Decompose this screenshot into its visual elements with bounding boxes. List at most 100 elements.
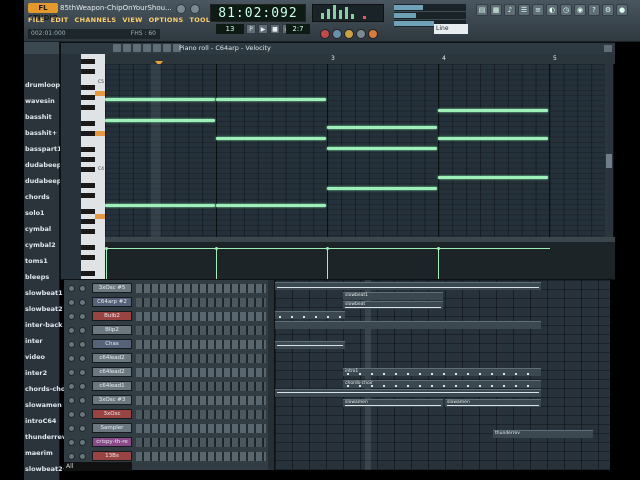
close-icon[interactable] <box>604 45 612 52</box>
channel-pan-knob[interactable] <box>79 453 86 460</box>
menu-edit[interactable]: EDIT <box>51 16 69 24</box>
channel-pan-knob[interactable] <box>79 425 86 432</box>
piano-roll-icon[interactable]: ♪ <box>504 4 516 16</box>
playlist-clip[interactable]: chords-choir <box>343 380 541 388</box>
slice-tool-icon[interactable] <box>153 44 161 52</box>
playlist-clip[interactable] <box>275 389 541 397</box>
velocity-bar[interactable] <box>106 248 107 279</box>
note[interactable] <box>216 137 326 140</box>
playlist-window-icon[interactable]: ▤ <box>476 4 488 16</box>
channel-button[interactable]: 3xOsc <box>92 409 132 419</box>
black-key[interactable] <box>81 121 95 126</box>
plugin-icon[interactable]: ◐ <box>546 4 558 16</box>
channel-button[interactable]: c64lead2 <box>92 353 132 363</box>
channel-pan-knob[interactable] <box>79 397 86 404</box>
channel-mute-button[interactable] <box>68 453 75 460</box>
channel-name[interactable]: inter-back <box>25 321 63 329</box>
note[interactable] <box>327 187 437 190</box>
channel-pan-knob[interactable] <box>79 355 86 362</box>
note[interactable] <box>438 137 548 140</box>
step-buttons[interactable] <box>136 396 266 405</box>
note[interactable] <box>216 98 326 101</box>
menu-view[interactable]: VIEW <box>122 16 142 24</box>
channel-mute-button[interactable] <box>68 355 75 362</box>
playlist-clip[interactable]: slowbeat1 <box>343 292 443 300</box>
channel-pan-knob[interactable] <box>79 383 86 390</box>
step-edit-icon[interactable] <box>344 29 354 39</box>
channel-mute-button[interactable] <box>68 397 75 404</box>
channel-button[interactable]: Sampler <box>92 423 132 433</box>
channel-name[interactable]: cymbal <box>25 225 51 233</box>
step-buttons[interactable] <box>136 452 266 461</box>
channel-pan-knob[interactable] <box>79 411 86 418</box>
velocity-handle[interactable] <box>326 247 329 250</box>
velocity-handle[interactable] <box>437 247 440 250</box>
channel-button[interactable]: 3xOsc #5 <box>92 283 132 293</box>
channel-mute-button[interactable] <box>68 285 75 292</box>
master-pitch-knob[interactable] <box>190 4 200 14</box>
channel-name[interactable]: inter <box>25 337 43 345</box>
note[interactable] <box>105 204 215 207</box>
black-key[interactable] <box>81 95 95 100</box>
audio-input-select[interactable]: Line <box>434 24 468 34</box>
channel-button[interactable]: c64lead2 <box>92 367 132 377</box>
channel-button[interactable]: Blip2 <box>92 325 132 335</box>
blend-notes-icon[interactable] <box>368 29 378 39</box>
step-buttons[interactable] <box>136 368 266 377</box>
pattern-selector[interactable]: 13 <box>216 24 244 34</box>
channel-name[interactable]: basshit+ <box>25 129 57 137</box>
channel-mute-button[interactable] <box>68 341 75 348</box>
step-buttons[interactable] <box>136 410 266 419</box>
step-buttons[interactable] <box>136 326 266 335</box>
piano-roll-titlebar[interactable]: Piano roll - C64arp - Velocity <box>61 43 615 54</box>
channel-button[interactable]: 13Bs <box>92 451 132 461</box>
step-buttons[interactable] <box>136 354 266 363</box>
black-key[interactable] <box>81 209 95 214</box>
channel-mute-button[interactable] <box>68 299 75 306</box>
channel-pan-knob[interactable] <box>79 341 86 348</box>
piano-roll-timeline[interactable]: 3 4 5 <box>105 54 615 64</box>
velocity-bar[interactable] <box>216 248 217 279</box>
channel-pan-knob[interactable] <box>79 299 86 306</box>
velocity-handle[interactable] <box>105 247 108 250</box>
playlist-clip[interactable] <box>275 311 345 319</box>
black-key[interactable] <box>81 147 95 152</box>
channel-name[interactable]: slowbeat1 <box>25 289 63 297</box>
select-tool-icon[interactable] <box>163 44 171 52</box>
draw-tool-icon[interactable] <box>113 44 121 52</box>
settings-icon[interactable]: ⚙ <box>602 4 614 16</box>
channel-mute-button[interactable] <box>68 439 75 446</box>
black-key[interactable] <box>81 69 95 74</box>
note[interactable] <box>105 119 215 122</box>
step-buttons[interactable] <box>136 312 266 321</box>
channel-filter[interactable]: All <box>64 462 132 471</box>
black-key[interactable] <box>81 105 95 110</box>
channel-name[interactable]: cymbal2 <box>25 241 56 249</box>
channel-name[interactable]: thunderrev <box>25 433 66 441</box>
channel-mute-button[interactable] <box>68 425 75 432</box>
paint-tool-icon[interactable] <box>123 44 131 52</box>
stop-button[interactable]: ■ <box>270 24 280 34</box>
black-key[interactable] <box>81 157 95 162</box>
channel-button[interactable]: crispy-th-re <box>92 437 132 447</box>
channel-name[interactable]: slowamen <box>25 401 62 409</box>
playlist-clip[interactable] <box>275 341 345 349</box>
menu-file[interactable]: FILE <box>28 16 45 24</box>
black-key[interactable] <box>81 183 95 188</box>
channel-name[interactable]: solo1 <box>25 209 45 217</box>
help-icon[interactable]: ? <box>588 4 600 16</box>
delete-tool-icon[interactable] <box>133 44 141 52</box>
channel-mute-button[interactable] <box>68 383 75 390</box>
channel-pan-knob[interactable] <box>79 327 86 334</box>
browser-icon[interactable]: ☰ <box>518 4 530 16</box>
channel-name[interactable]: video <box>25 353 45 361</box>
tempo-tap-icon[interactable]: ◷ <box>560 4 572 16</box>
channel-button[interactable]: Bulb2 <box>92 311 132 321</box>
master-volume-knob[interactable] <box>176 4 186 14</box>
channel-name[interactable]: wavesin <box>25 97 55 105</box>
playlist-clip[interactable] <box>275 321 541 329</box>
channel-mute-button[interactable] <box>68 411 75 418</box>
channel-name[interactable]: basshit <box>25 113 52 121</box>
piano-roll-vertical-scrollbar[interactable] <box>605 64 613 237</box>
play-button[interactable]: ▶ <box>258 24 268 34</box>
